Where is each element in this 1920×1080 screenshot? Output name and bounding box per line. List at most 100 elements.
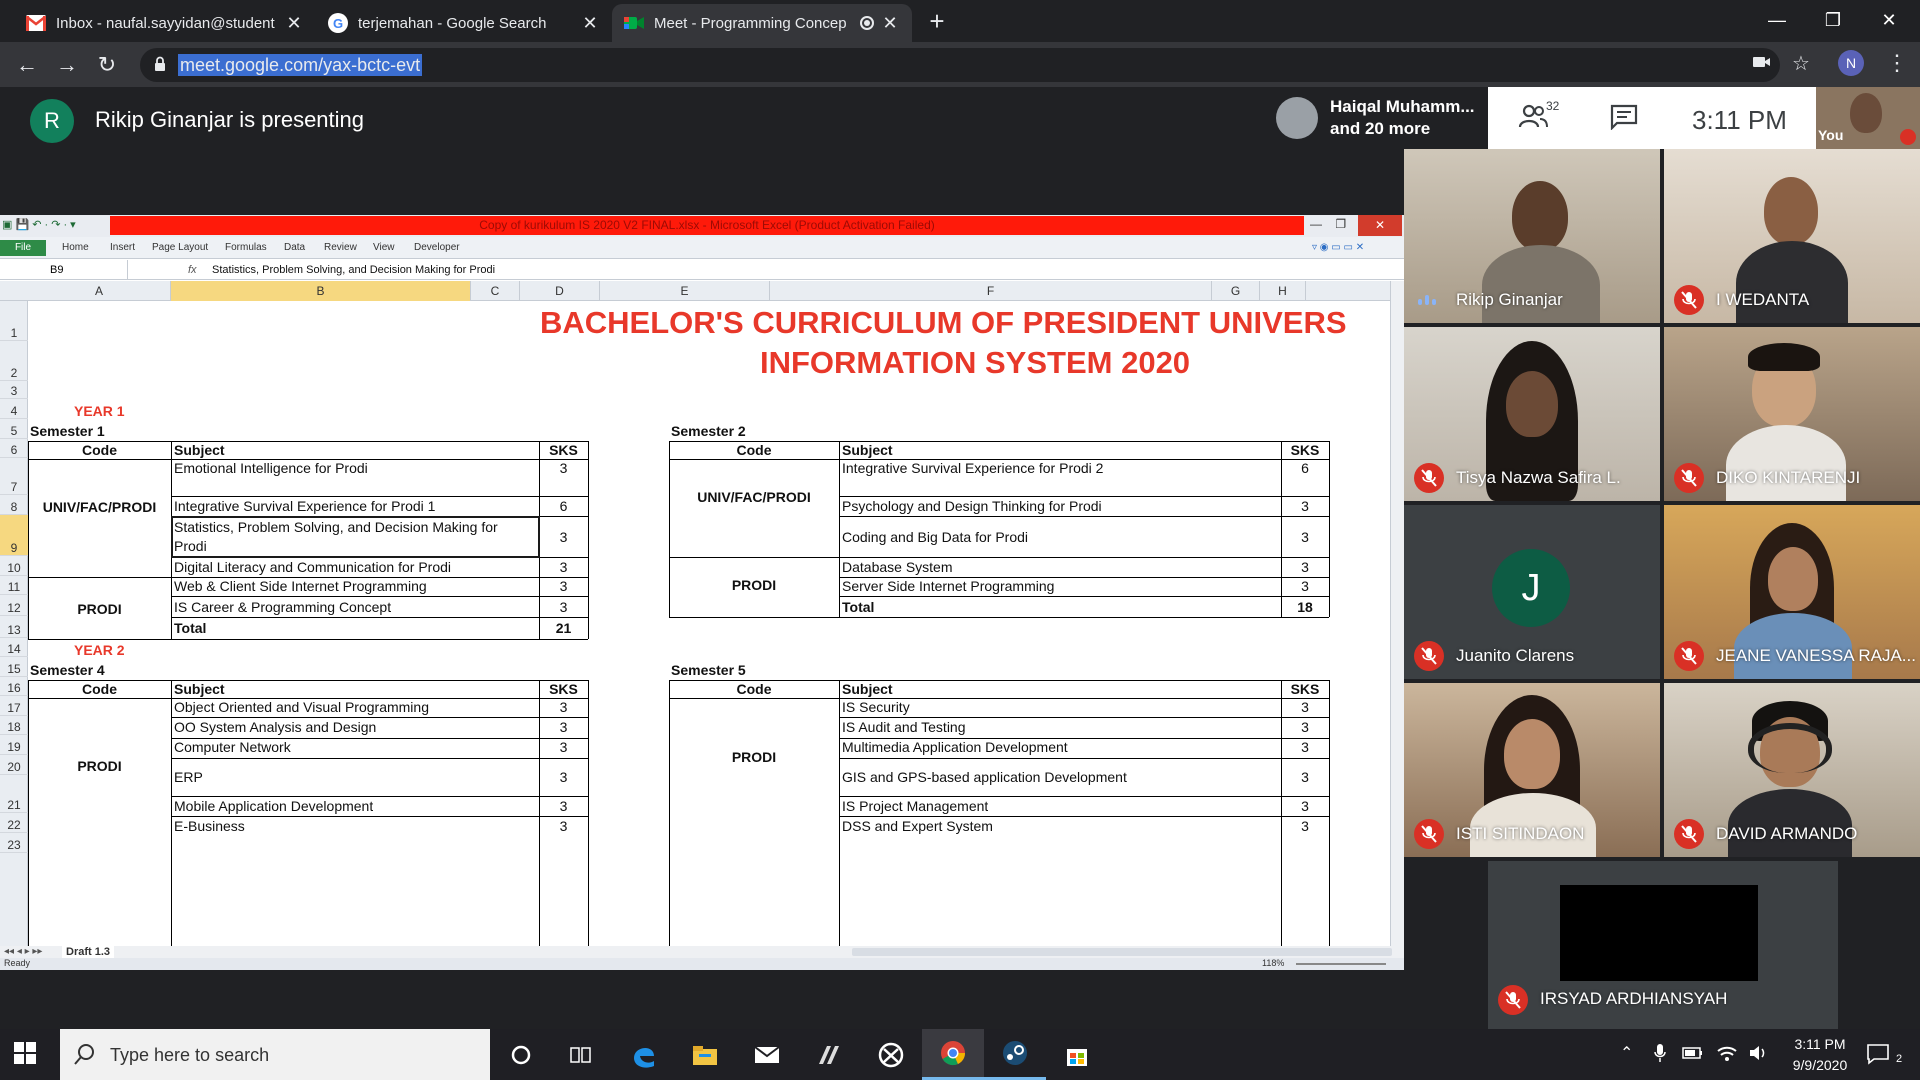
column-header[interactable]: H: [1260, 281, 1306, 301]
column-header[interactable]: B: [171, 281, 471, 301]
ribbon-tab-home[interactable]: Home: [62, 242, 89, 253]
tab-close-icon[interactable]: ✕: [580, 13, 600, 34]
app-icon[interactable]: [798, 1029, 860, 1080]
ribbon-tab-review[interactable]: Review: [324, 242, 357, 253]
participants-chip[interactable]: Haiqal Muhamm... and 20 more: [1266, 87, 1488, 149]
row-header[interactable]: 4: [0, 399, 28, 419]
store-icon[interactable]: [1046, 1029, 1108, 1080]
task-view-icon[interactable]: [550, 1029, 612, 1080]
quick-access-toolbar[interactable]: ▣ 💾 ↶ · ↷ · ▾: [2, 218, 76, 231]
participant-tile[interactable]: Tisya Nazwa Safira L.: [1404, 327, 1660, 501]
camera-icon[interactable]: [1752, 53, 1772, 76]
row-header[interactable]: 5: [0, 419, 28, 439]
name-box[interactable]: B9: [0, 260, 128, 280]
forward-icon[interactable]: →: [52, 50, 82, 80]
chevron-up-icon[interactable]: ⌃: [1620, 1043, 1633, 1063]
row-header[interactable]: 9: [0, 515, 28, 556]
edge-icon[interactable]: [612, 1029, 674, 1080]
column-header[interactable]: C: [471, 281, 520, 301]
row-header[interactable]: 8: [0, 495, 28, 515]
row-header[interactable]: 11: [0, 576, 28, 595]
row-header[interactable]: 6: [0, 439, 28, 458]
row-header[interactable]: 15: [0, 657, 28, 677]
column-header[interactable]: E: [600, 281, 770, 301]
menu-icon[interactable]: ⋮: [1886, 50, 1908, 76]
column-header[interactable]: D: [520, 281, 600, 301]
notification-icon[interactable]: [1866, 1043, 1890, 1070]
reload-icon[interactable]: ↻: [92, 50, 122, 80]
column-header[interactable]: F: [770, 281, 1212, 301]
fx-icon[interactable]: fx: [188, 260, 197, 280]
column-header[interactable]: G: [1212, 281, 1260, 301]
row-header[interactable]: 20: [0, 755, 28, 775]
help-icon[interactable]: ▿ ◉ ▭ ▭ ✕: [1312, 242, 1364, 253]
row-header[interactable]: 1: [0, 301, 28, 341]
steam-icon[interactable]: [984, 1029, 1046, 1080]
row-header[interactable]: 2: [0, 341, 28, 381]
row-header[interactable]: 18: [0, 716, 28, 735]
row-header[interactable]: 10: [0, 556, 28, 576]
row-header[interactable]: 23: [0, 833, 28, 853]
excel-window-buttons[interactable]: — ❐: [1310, 217, 1346, 231]
chat-icon[interactable]: [1610, 104, 1638, 135]
row-header[interactable]: 16: [0, 677, 28, 696]
windows-start-icon[interactable]: [14, 1042, 36, 1069]
address-bar[interactable]: meet.google.com/yax-bctc-evt ☆: [140, 48, 1810, 82]
row-header[interactable]: 17: [0, 696, 28, 716]
new-tab-button[interactable]: +: [922, 6, 952, 37]
participant-tile[interactable]: DIKO KINTARENJI: [1664, 327, 1920, 501]
tab-close-icon[interactable]: ✕: [880, 13, 900, 34]
taskbar-time[interactable]: 3:11 PM: [1784, 1036, 1856, 1052]
row-header[interactable]: 7: [0, 458, 28, 495]
people-icon[interactable]: [1518, 103, 1548, 136]
participant-tile[interactable]: DAVID ARMANDO: [1664, 683, 1920, 857]
cortana-icon[interactable]: [490, 1029, 552, 1080]
minimize-icon[interactable]: —: [1754, 4, 1800, 36]
ribbon-tab-data[interactable]: Data: [284, 242, 305, 253]
participant-tile[interactable]: IRSYAD ARDHIANSYAH: [1488, 861, 1838, 1029]
battery-icon[interactable]: [1682, 1046, 1704, 1063]
restore-icon[interactable]: ❐: [1810, 4, 1856, 36]
close-window-icon[interactable]: ✕: [1866, 4, 1912, 36]
formula-input[interactable]: Statistics, Problem Solving, and Decisio…: [212, 260, 495, 280]
ribbon-tab-formulas[interactable]: Formulas: [225, 242, 267, 253]
row-header[interactable]: 21: [0, 775, 28, 813]
worksheet-grid[interactable]: BACHELOR'S CURRICULUM OF PRESIDENT UNIVE…: [28, 301, 1390, 946]
taskbar-date[interactable]: 9/9/2020: [1784, 1057, 1856, 1073]
tab-google-search[interactable]: G terjemahan - Google Search ✕: [316, 4, 612, 42]
mail-icon[interactable]: [736, 1029, 798, 1080]
participant-tile[interactable]: J Juanito Clarens: [1404, 505, 1660, 679]
zoom-slider[interactable]: [1296, 963, 1386, 965]
star-icon[interactable]: ☆: [1792, 51, 1810, 76]
xbox-icon[interactable]: [860, 1029, 922, 1080]
ribbon-tab-file[interactable]: File: [0, 240, 46, 256]
column-header[interactable]: A: [28, 281, 171, 301]
vertical-scrollbar[interactable]: [1390, 281, 1404, 946]
excel-window[interactable]: ▣ 💾 ↶ · ↷ · ▾ Copy of kurikulum IS 2020 …: [0, 215, 1404, 970]
participant-tile[interactable]: Rikip Ginanjar: [1404, 149, 1660, 323]
participant-tile[interactable]: ISTI SITINDAON: [1404, 683, 1660, 857]
profile-avatar[interactable]: N: [1838, 50, 1864, 76]
ribbon-tab-view[interactable]: View: [373, 242, 395, 253]
microphone-icon[interactable]: [1654, 1043, 1666, 1066]
sheet-nav-icon[interactable]: ◂◂ ◂ ▸ ▸▸: [4, 946, 42, 957]
row-header[interactable]: 14: [0, 638, 28, 657]
file-explorer-icon[interactable]: [674, 1029, 736, 1080]
chrome-icon[interactable]: [922, 1029, 984, 1080]
wifi-icon[interactable]: [1716, 1043, 1738, 1066]
row-header[interactable]: 3: [0, 381, 28, 399]
row-header[interactable]: 19: [0, 735, 28, 755]
participant-tile[interactable]: JEANE VANESSA RAJA...: [1664, 505, 1920, 679]
ribbon-tab-insert[interactable]: Insert: [110, 242, 135, 253]
ribbon-tab-developer[interactable]: Developer: [414, 242, 460, 253]
sheet-tab-draft[interactable]: Draft 1.3: [62, 946, 115, 958]
url-text[interactable]: meet.google.com/yax-bctc-evt: [178, 54, 423, 76]
excel-close-icon[interactable]: ✕: [1358, 215, 1402, 236]
participant-tile[interactable]: I WEDANTA: [1664, 149, 1920, 323]
horizontal-scrollbar[interactable]: [852, 948, 1392, 956]
tab-meet[interactable]: Meet - Programming Concep ✕: [612, 4, 912, 42]
row-header[interactable]: 12: [0, 595, 28, 616]
back-icon[interactable]: ←: [12, 50, 42, 80]
tab-close-icon[interactable]: ✕: [284, 13, 304, 34]
row-header[interactable]: 13: [0, 616, 28, 638]
